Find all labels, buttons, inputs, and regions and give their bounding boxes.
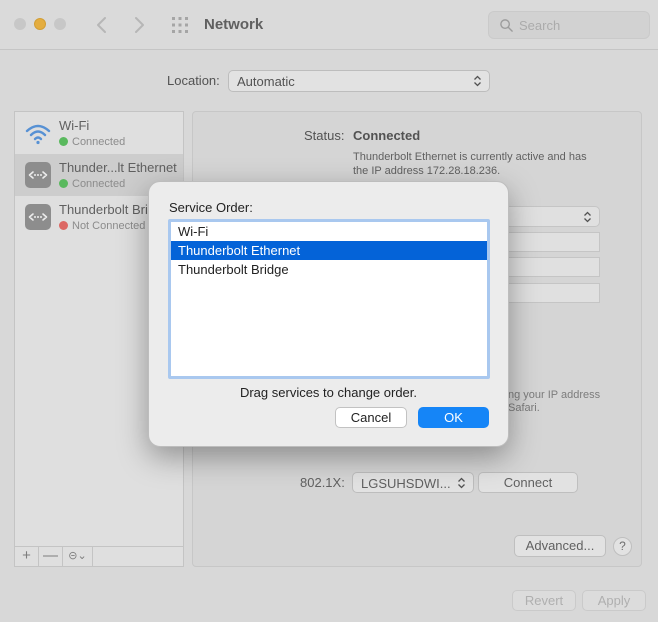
list-item-selected[interactable]: Thunderbolt Ethernet (171, 241, 487, 260)
cancel-button[interactable]: Cancel (335, 407, 407, 428)
service-order-list[interactable]: Wi-Fi Thunderbolt Ethernet Thunderbolt B… (168, 219, 490, 379)
network-preferences-window: Network Location: Automatic Wi-Fi Connec… (0, 0, 658, 622)
list-item[interactable]: Thunderbolt Bridge (171, 260, 487, 279)
ok-button[interactable]: OK (418, 407, 489, 428)
service-order-title: Service Order: (169, 200, 253, 215)
list-item[interactable]: Wi-Fi (171, 222, 487, 241)
service-order-sheet: Service Order: Wi-Fi Thunderbolt Etherne… (148, 181, 509, 447)
drag-hint: Drag services to change order. (239, 385, 418, 400)
